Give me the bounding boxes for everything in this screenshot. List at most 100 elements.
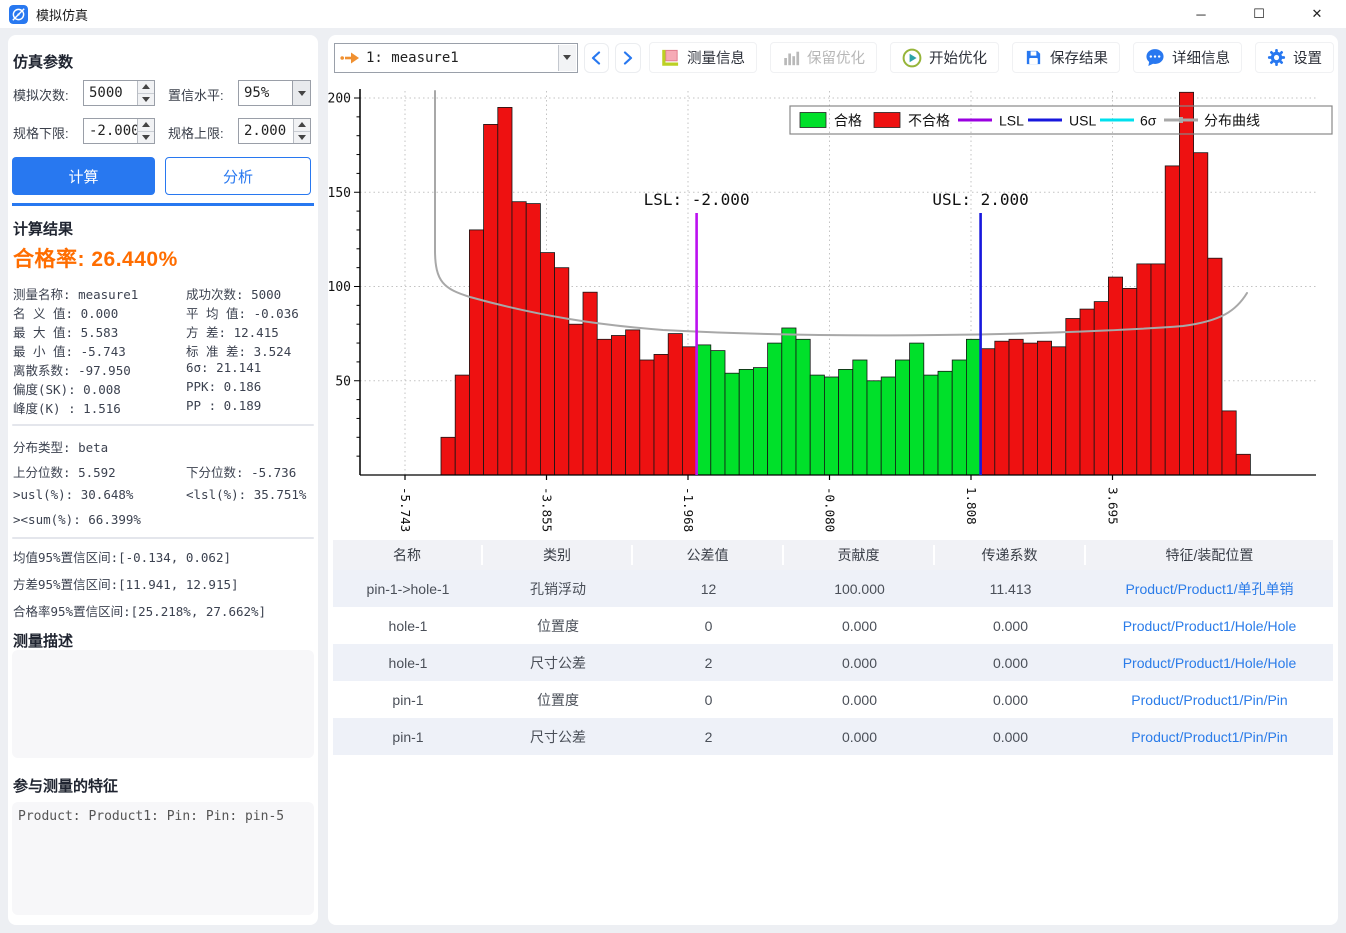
feature-path-link[interactable]: Product/Product1/Hole/Hole (1086, 618, 1333, 634)
spin-down-icon[interactable] (138, 93, 154, 106)
maximize-button[interactable]: ☐ (1230, 0, 1288, 28)
spec-lower-stepper[interactable]: -2.000 (83, 118, 155, 144)
close-button[interactable]: ✕ (1288, 0, 1346, 28)
spin-up-icon[interactable] (138, 81, 154, 93)
save-results-button[interactable]: 保存结果 (1012, 42, 1120, 73)
stat-line: 偏度(SK): 0.008 (13, 379, 138, 398)
feature-path-link[interactable]: Product/Product1/单孔单销 (1086, 579, 1333, 599)
histogram-bar (1080, 309, 1094, 475)
histogram-bar (867, 381, 881, 475)
histogram-bar (966, 339, 980, 475)
histogram-bar (739, 369, 753, 475)
spec-upper-stepper[interactable]: 2.000 (238, 118, 311, 144)
minimize-button[interactable]: ─ (1172, 0, 1230, 28)
stats-column-left: 测量名称: measure1名 义 值: 0.000最 大 值: 5.583最 … (13, 284, 138, 417)
lsl-label: LSL: -2.000 (644, 190, 750, 209)
measure-info-button[interactable]: 测量信息 (649, 42, 757, 73)
details-button[interactable]: 详细信息 (1133, 42, 1242, 73)
results-heading: 计算结果 (13, 218, 313, 239)
x-tick-label: -0.080 (823, 487, 838, 532)
calculate-button[interactable]: 计算 (12, 157, 155, 195)
chevron-right-icon (622, 51, 634, 65)
histogram-bar (1137, 264, 1151, 475)
column-header[interactable]: 贡献度 (784, 545, 935, 565)
play-icon (902, 48, 922, 68)
table-header: 名称 类别 公差值 贡献度 传递系数 特征/装配位置 (333, 540, 1333, 570)
chevron-left-icon (590, 51, 602, 65)
measure-arrow-icon (340, 51, 360, 65)
stat-line (186, 512, 306, 537)
stat-line: 平 均 值: -0.036 (186, 303, 299, 322)
keep-optimization-button[interactable]: 保留优化 (770, 42, 877, 73)
start-optimization-button[interactable]: 开始优化 (890, 42, 999, 73)
distribution-column-right: 下分位数: -5.736<lsl(%): 35.751% (186, 437, 306, 537)
histogram-bar (640, 360, 654, 475)
histogram-bar (569, 324, 583, 475)
chat-bubble-icon (1145, 48, 1165, 67)
legend-label: 不合格 (908, 113, 950, 129)
column-header[interactable]: 公差值 (633, 545, 784, 565)
table-row[interactable]: pin-1 位置度 0 0.000 0.000 Product/Product1… (333, 681, 1333, 718)
measure-select[interactable]: 1: measure1 (334, 43, 578, 73)
chevron-down-icon[interactable] (292, 81, 310, 105)
spin-down-icon[interactable] (138, 131, 154, 144)
table-row[interactable]: hole-1 位置度 0 0.000 0.000 Product/Product… (333, 607, 1333, 644)
histogram-bar (824, 377, 838, 475)
settings-button[interactable]: 设置 (1255, 42, 1334, 73)
stat-line: ><sum(%): 66.399% (13, 512, 141, 537)
column-header[interactable]: 名称 (333, 545, 483, 565)
y-tick-label: 50 (335, 374, 351, 389)
histogram-bar (881, 377, 895, 475)
table-row[interactable]: pin-1->hole-1 孔销浮动 12 100.000 11.413 Pro… (333, 570, 1333, 607)
sim-count-label: 模拟次数: (13, 85, 69, 104)
simulation-sidebar: 仿真参数 模拟次数: 5000 置信水平: 95% 规格下限: -2.000 规… (8, 35, 318, 925)
prev-measure-button[interactable] (584, 43, 610, 73)
x-tick-label: 3.695 (1106, 487, 1121, 525)
confidence-select[interactable]: 95% (238, 80, 311, 106)
histogram-bar (682, 347, 696, 475)
sim-count-stepper[interactable]: 5000 (83, 80, 155, 106)
stat-line: 上分位数: 5.592 (13, 462, 141, 487)
column-header[interactable]: 特征/装配位置 (1086, 545, 1333, 565)
histogram-bar (1023, 343, 1037, 475)
histogram-bar (952, 360, 966, 475)
x-tick-label: -1.968 (681, 487, 696, 532)
stat-line: 成功次数: 5000 (186, 284, 299, 303)
next-measure-button[interactable] (615, 43, 641, 73)
histogram-bar (796, 339, 810, 475)
x-tick-label: -5.743 (398, 487, 413, 532)
gear-icon (1267, 48, 1286, 67)
feature-path-link[interactable]: Product/Product1/Hole/Hole (1086, 655, 1333, 671)
histogram-bar (782, 328, 796, 475)
histogram-bar (654, 354, 668, 475)
window-title: 模拟仿真 (36, 5, 88, 24)
histogram-bar (498, 107, 512, 475)
stat-line: 最 大 值: 5.583 (13, 322, 138, 341)
features-box[interactable]: Product: Product1: Pin: Pin: pin-5 (12, 802, 314, 915)
histogram-bar (895, 360, 909, 475)
table-row[interactable]: pin-1 尺寸公差 2 0.000 0.000 Product/Product… (333, 718, 1333, 755)
chevron-down-icon[interactable] (558, 45, 576, 71)
bar-chart-icon (782, 49, 800, 67)
histogram-bar (1179, 92, 1193, 475)
column-header[interactable]: 传递系数 (935, 545, 1086, 565)
stat-line: >usl(%): 30.648% (13, 487, 141, 512)
column-header[interactable]: 类别 (483, 545, 633, 565)
description-heading: 测量描述 (13, 630, 313, 651)
spin-up-icon[interactable] (138, 119, 154, 131)
stat-line: 峰度(K) : 1.516 (13, 398, 138, 417)
spin-down-icon[interactable] (294, 131, 310, 144)
spin-up-icon[interactable] (294, 119, 310, 131)
histogram-bar (1094, 302, 1108, 475)
usl-label: USL: 2.000 (932, 190, 1028, 209)
table-row[interactable]: hole-1 尺寸公差 2 0.000 0.000 Product/Produc… (333, 644, 1333, 681)
histogram-bar (441, 437, 455, 475)
section-divider (12, 424, 314, 426)
feature-path-link[interactable]: Product/Product1/Pin/Pin (1086, 729, 1333, 745)
description-box[interactable] (12, 650, 314, 758)
spec-upper-label: 规格上限: (168, 123, 224, 142)
histogram-bar (611, 336, 625, 476)
feature-path-link[interactable]: Product/Product1/Pin/Pin (1086, 692, 1333, 708)
histogram-bar (1165, 166, 1179, 475)
analyze-button[interactable]: 分析 (165, 157, 311, 195)
